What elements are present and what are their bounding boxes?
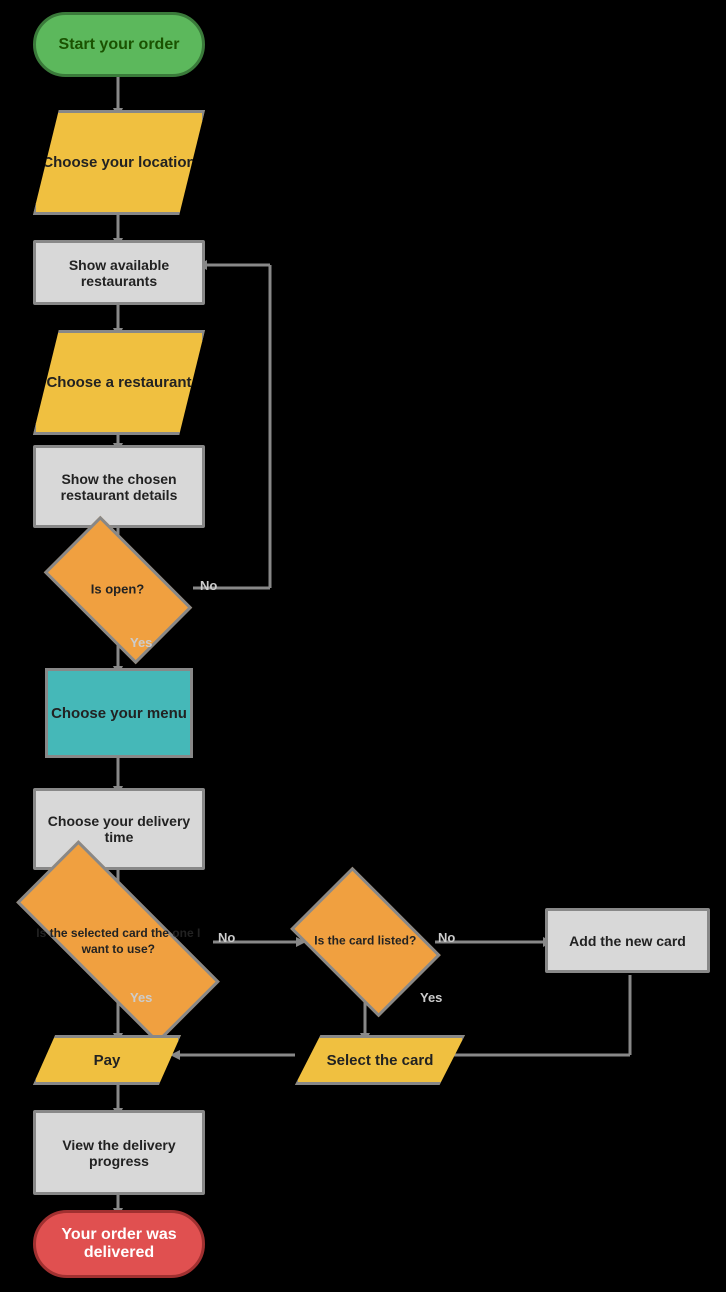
no2-label: No (218, 930, 235, 945)
is-card-listed-label: Is the card listed? (314, 934, 416, 950)
yes1-label: Yes (130, 635, 152, 650)
show-restaurant-details-node: Show the chosen restaurant details (33, 445, 205, 528)
start-label: Start your order (59, 36, 180, 54)
delivered-label: Your order was delivered (36, 1226, 202, 1262)
start-node: Start your order (33, 12, 205, 77)
choose-restaurant-label: Choose a restaurant (46, 374, 191, 391)
show-restaurants-label: Show available restaurants (36, 257, 202, 289)
is-open-node: Is open? (44, 516, 192, 664)
yes2-label: Yes (130, 990, 152, 1005)
delivered-node: Your order was delivered (33, 1210, 205, 1278)
choose-restaurant-node: Choose a restaurant (33, 330, 205, 435)
yes3-label: Yes (420, 990, 442, 1005)
is-card-listed-node: Is the card listed? (290, 867, 441, 1018)
no1-label: No (200, 578, 217, 593)
add-new-card-node: Add the new card (545, 908, 710, 973)
no3-label: No (438, 930, 455, 945)
choose-location-label: Choose your location (42, 154, 195, 171)
select-card-label: Select the card (327, 1052, 434, 1069)
is-selected-card-node: Is the selected card the one I want to u… (16, 840, 220, 1044)
pay-node: Pay (33, 1035, 181, 1085)
choose-delivery-time-node: Choose your delivery time (33, 788, 205, 870)
is-selected-card-label: Is the selected card the one I want to u… (21, 926, 215, 957)
choose-delivery-time-label: Choose your delivery time (36, 813, 202, 845)
show-restaurants-node: Show available restaurants (33, 240, 205, 305)
choose-location-node: Choose your location (33, 110, 205, 215)
show-restaurant-details-label: Show the chosen restaurant details (36, 471, 202, 503)
add-new-card-label: Add the new card (569, 933, 686, 949)
choose-menu-label: Choose your menu (51, 705, 187, 722)
is-open-label: Is open? (91, 582, 144, 599)
view-delivery-node: View the delivery progress (33, 1110, 205, 1195)
choose-menu-node: Choose your menu (45, 668, 193, 758)
pay-label: Pay (94, 1052, 121, 1069)
flowchart: Start your order Choose your location Sh… (0, 0, 726, 1292)
view-delivery-label: View the delivery progress (36, 1137, 202, 1169)
select-card-node: Select the card (295, 1035, 465, 1085)
